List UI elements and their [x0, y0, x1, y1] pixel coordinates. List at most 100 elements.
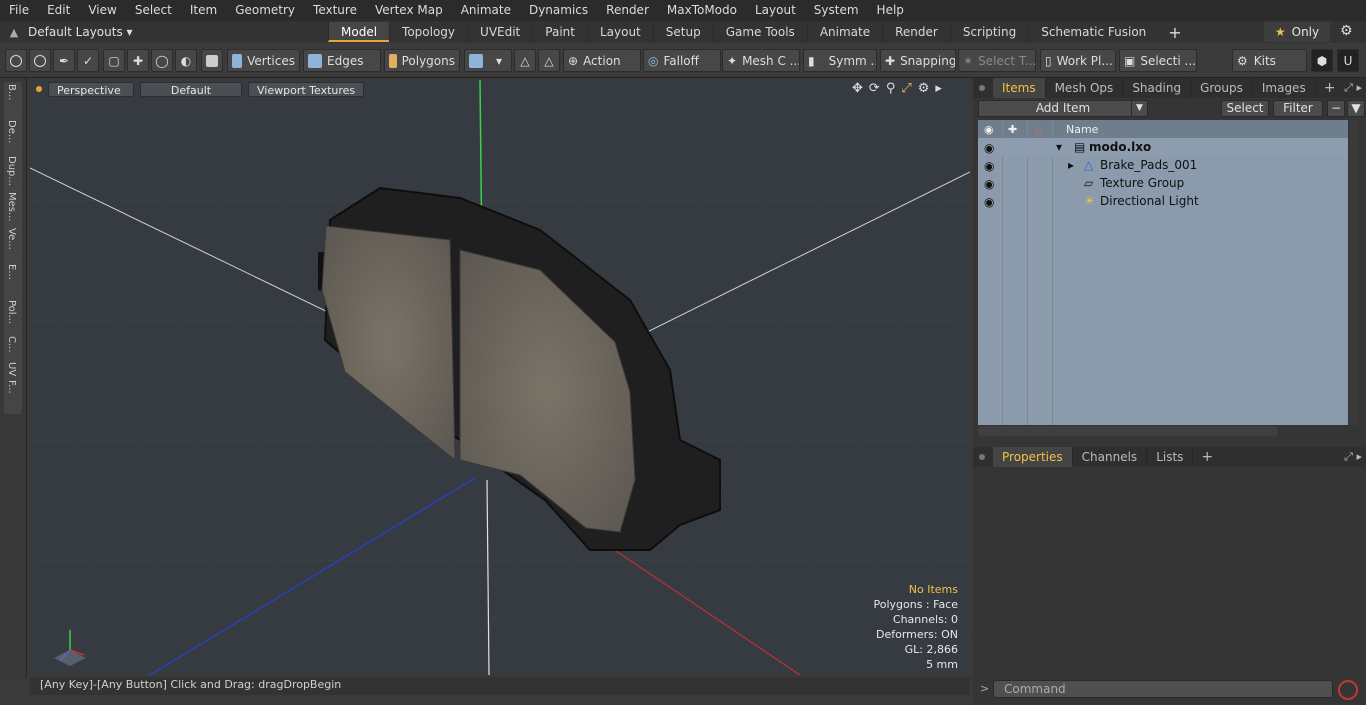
funnel-icon[interactable]: ▼: [1347, 100, 1365, 117]
kits-button[interactable]: ⚙ Kits: [1232, 49, 1307, 72]
viewport-gear-icon[interactable]: ⚙: [918, 81, 930, 96]
menu-vertex-map[interactable]: Vertex Map: [366, 0, 452, 21]
transform-icon[interactable]: ▢: [103, 49, 125, 72]
menu-item[interactable]: Item: [181, 0, 226, 21]
globe-icon[interactable]: [29, 49, 51, 72]
tab-mesh-ops[interactable]: Mesh Ops: [1046, 78, 1124, 98]
tab-render[interactable]: Render: [882, 22, 950, 42]
play-icon[interactable]: ▸: [935, 81, 942, 96]
menu-layout[interactable]: Layout: [746, 0, 805, 21]
tab-setup[interactable]: Setup: [652, 22, 713, 42]
record-icon[interactable]: [1338, 680, 1358, 700]
tab-lists[interactable]: Lists: [1147, 447, 1194, 467]
work-plane-button[interactable]: ▯ Work Pl...: [1040, 49, 1116, 72]
left-tab-edge[interactable]: E...: [4, 262, 22, 298]
collapse-icon[interactable]: −: [1327, 100, 1345, 117]
menu-maxtomodo[interactable]: MaxToModo: [658, 0, 746, 21]
tab-layout[interactable]: Layout: [586, 22, 653, 42]
tab-images[interactable]: Images: [1253, 78, 1316, 98]
only-toggle[interactable]: ★ Only: [1264, 22, 1330, 42]
layouts-dropdown[interactable]: Default Layouts ▾: [28, 25, 328, 39]
selection-sets-button[interactable]: ▣ Selecti ...: [1119, 49, 1197, 72]
move-icon[interactable]: ✚: [127, 49, 149, 72]
tab-uvedit[interactable]: UVEdit: [467, 22, 532, 42]
tab-animate[interactable]: Animate: [806, 22, 882, 42]
perspective-dropdown[interactable]: Perspective: [48, 81, 134, 97]
tab-shading[interactable]: Shading: [1123, 78, 1192, 98]
menu-system[interactable]: System: [805, 0, 868, 21]
filter-button[interactable]: Filter: [1273, 100, 1323, 117]
menu-dynamics[interactable]: Dynamics: [520, 0, 597, 21]
eye-icon[interactable]: ◉: [984, 195, 996, 209]
menu-render[interactable]: Render: [597, 0, 658, 21]
maximize-icon[interactable]: ⤢: [901, 81, 911, 96]
menu-select[interactable]: Select: [126, 0, 181, 21]
zoom-icon[interactable]: ⚲: [886, 81, 896, 96]
tab-items[interactable]: Items: [993, 78, 1046, 98]
pen-icon[interactable]: ✒: [53, 49, 75, 72]
pan-icon[interactable]: ✥: [852, 81, 863, 96]
material-dropdown[interactable]: ▾: [464, 49, 512, 72]
viewport-textures-button[interactable]: Viewport Textures: [248, 81, 365, 97]
action-button[interactable]: ⊕ Action: [563, 49, 641, 72]
add-tab-icon[interactable]: +: [1158, 23, 1191, 42]
snap-shield-icon[interactable]: △: [514, 49, 536, 72]
menu-view[interactable]: View: [79, 0, 125, 21]
symmetry-button[interactable]: ▮ Symm ...: [803, 49, 877, 72]
tree-row-scene[interactable]: ◉ ▾ ▤ modo.lxo: [978, 138, 1348, 156]
menu-geometry[interactable]: Geometry: [226, 0, 304, 21]
menu-edit[interactable]: Edit: [38, 0, 79, 21]
add-panel-tab-icon[interactable]: +: [1193, 449, 1221, 465]
eye-icon[interactable]: ◉: [984, 177, 996, 191]
tab-channels[interactable]: Channels: [1073, 447, 1148, 467]
left-tab-duplicate[interactable]: Dup...: [4, 154, 22, 190]
expand-arrow-icon[interactable]: ▾: [1056, 140, 1062, 154]
3d-viewport[interactable]: [30, 80, 970, 675]
tab-model[interactable]: Model: [328, 22, 390, 42]
name-column-header[interactable]: Name: [1066, 123, 1098, 136]
left-tab-deform[interactable]: De...: [4, 118, 22, 154]
command-input[interactable]: Command: [993, 680, 1333, 698]
snapping-button[interactable]: ✚ Snapping: [880, 49, 956, 72]
menu-file[interactable]: File: [0, 0, 38, 21]
tab-paint[interactable]: Paint: [532, 22, 587, 42]
orbit-icon[interactable]: ⟳: [869, 81, 880, 96]
layout-up-icon[interactable]: ▲: [0, 26, 28, 39]
tree-vertical-scrollbar[interactable]: [1349, 120, 1359, 425]
left-tab-basic[interactable]: B...: [4, 82, 22, 118]
select-circle-icon[interactable]: [5, 49, 27, 72]
expand-arrow-icon[interactable]: ▸: [1068, 158, 1074, 172]
menu-animate[interactable]: Animate: [452, 0, 520, 21]
eye-icon[interactable]: ◉: [984, 141, 996, 155]
tab-topology[interactable]: Topology: [389, 22, 467, 42]
add-item-button[interactable]: Add Item ▼: [978, 100, 1148, 117]
unreal-icon[interactable]: U: [1337, 49, 1359, 72]
add-panel-tab-icon[interactable]: +: [1316, 80, 1344, 96]
mesh-constraint-button[interactable]: ✦ Mesh C ...: [722, 49, 800, 72]
left-tab-fusion[interactable]: F...: [4, 378, 22, 414]
panel-expand-icon[interactable]: ⤢ ▸: [1344, 81, 1362, 95]
unity-icon[interactable]: ⬢: [1311, 49, 1333, 72]
tree-row-texture-group[interactable]: ◉ ▱ Texture Group: [978, 174, 1348, 192]
left-tab-mesh[interactable]: Mes...: [4, 190, 22, 226]
menu-help[interactable]: Help: [868, 0, 913, 21]
tab-game-tools[interactable]: Game Tools: [712, 22, 807, 42]
vertices-button[interactable]: Vertices: [227, 49, 300, 72]
left-tab-polygon[interactable]: Pol...: [4, 298, 22, 334]
tab-scripting[interactable]: Scripting: [949, 22, 1028, 42]
select-through-button[interactable]: ✶ Select T...: [958, 49, 1036, 72]
rotate-icon[interactable]: ◯: [151, 49, 173, 72]
eye-icon[interactable]: ◉: [984, 159, 996, 173]
edges-button[interactable]: Edges: [303, 49, 381, 72]
scale-icon[interactable]: ◐: [175, 49, 197, 72]
tab-properties[interactable]: Properties: [993, 447, 1073, 467]
shield-icon[interactable]: △: [538, 49, 560, 72]
tab-groups[interactable]: Groups: [1191, 78, 1253, 98]
panel-expand-icon[interactable]: ⤢ ▸: [1344, 450, 1362, 464]
select-button[interactable]: Select: [1221, 100, 1269, 117]
tree-horizontal-scrollbar[interactable]: [978, 426, 1278, 436]
brush-icon[interactable]: ✓: [77, 49, 99, 72]
shading-dropdown[interactable]: Default: [140, 81, 242, 97]
falloff-button[interactable]: ◎ Falloff: [643, 49, 721, 72]
item-mode-icon[interactable]: [201, 49, 223, 72]
